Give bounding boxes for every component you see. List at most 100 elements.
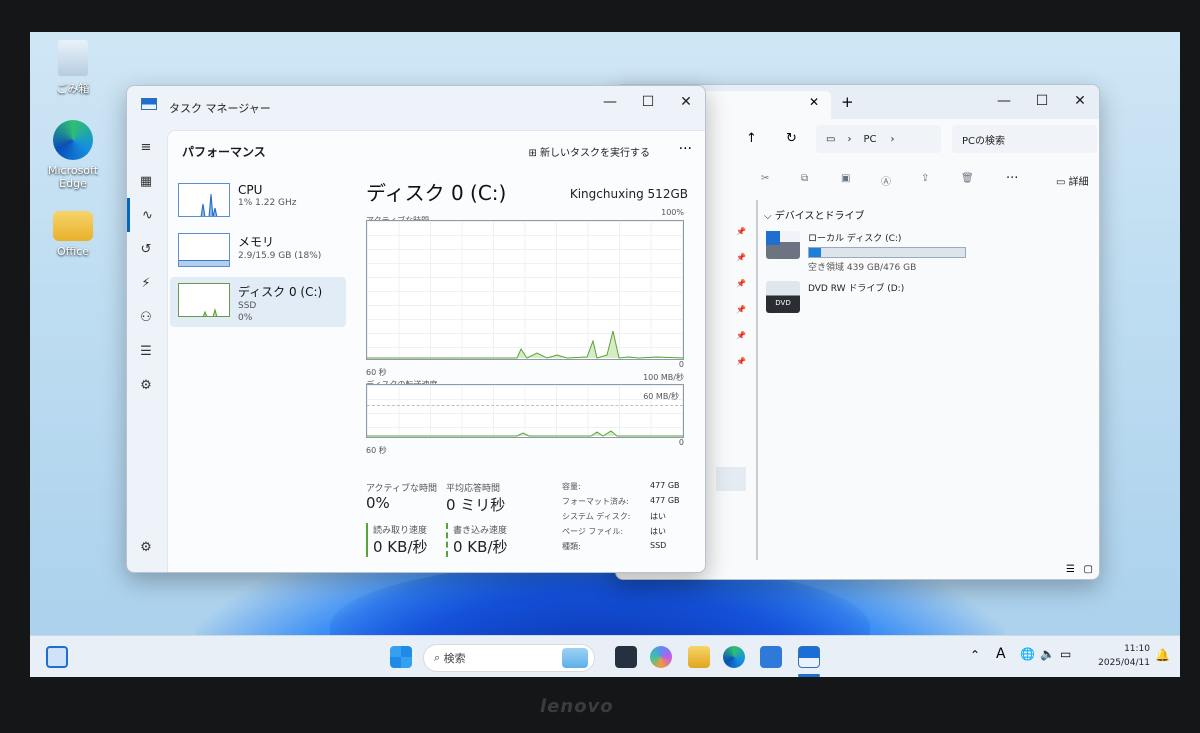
more-options-icon[interactable]: ··· xyxy=(679,141,692,157)
large-icons-view-icon[interactable]: ▢ xyxy=(1084,564,1093,575)
startup-apps-icon[interactable]: ⚡ xyxy=(127,266,165,300)
app-history-icon[interactable]: ↺ xyxy=(127,232,165,266)
memory-mini-fill xyxy=(179,260,229,266)
device-detail: SSD xyxy=(238,301,257,311)
device-cpu[interactable]: CPU 1% 1.22 GHz xyxy=(170,177,346,227)
run-new-task-button[interactable]: ⊞ 新しいタスクを実行する xyxy=(528,144,650,159)
up-arrow-icon[interactable]: ↑ xyxy=(746,131,757,146)
delete-icon[interactable]: 🗑 xyxy=(961,173,974,184)
start-button-windows-icon[interactable] xyxy=(390,646,412,668)
close-tab-icon[interactable]: ✕ xyxy=(809,95,819,109)
windows-drive-icon xyxy=(766,231,800,259)
widgets-icon[interactable] xyxy=(46,646,68,668)
close-button[interactable]: ✕ xyxy=(667,86,705,118)
pin-icon: 📌 xyxy=(736,279,746,288)
desktop-icon-edge[interactable]: Microsoft Edge xyxy=(33,120,113,190)
prop-value: 477 GB xyxy=(650,481,680,490)
taskbar-search-box[interactable]: ⌕ 検索 xyxy=(423,644,595,672)
task-manager-app-icon xyxy=(141,98,157,110)
search-input[interactable]: PCの検索 xyxy=(952,125,1097,153)
clock-date: 2025/04/11 xyxy=(1098,658,1150,668)
drive-c-usage-fill xyxy=(809,248,822,257)
edge-icon xyxy=(53,120,93,160)
task-view-icon[interactable] xyxy=(615,646,637,668)
microsoft-store-icon[interactable] xyxy=(760,646,782,668)
active-time-max: 100% xyxy=(661,208,684,217)
nav-pane-selected-item[interactable] xyxy=(716,467,746,491)
devices-section-label: デバイスとドライブ xyxy=(774,211,865,222)
new-tab-icon[interactable]: + xyxy=(841,93,854,111)
notification-bell-icon[interactable]: 🔔 xyxy=(1155,648,1170,662)
device-memory[interactable]: メモリ 2.9/15.9 GB (18%) xyxy=(170,227,346,277)
disk-model: Kingchuxing 512GB xyxy=(569,187,688,201)
search-label: 検索 xyxy=(443,652,466,665)
clock[interactable]: 11:10 2025/04/11 xyxy=(1098,642,1150,670)
edge-icon[interactable] xyxy=(723,646,745,668)
prop-key: 容量: xyxy=(562,482,581,491)
device-disk-0[interactable]: ディスク 0 (C:) SSD 0% xyxy=(170,277,346,327)
details-icon[interactable]: ☰ xyxy=(127,334,165,368)
chevron-right-icon: › xyxy=(847,133,852,145)
nav-rail: ≡ ▦ ∿ ↺ ⚡ ⚇ ☰ ⚙ ⚙ xyxy=(127,130,165,572)
task-manager-window: タスク マネージャー — ☐ ✕ ≡ ▦ ∿ ↺ ⚡ ⚇ ☰ ⚙ ⚙ パフォーマ… xyxy=(126,85,706,573)
copilot-icon[interactable] xyxy=(650,646,672,668)
device-detail: 1% 1.22 GHz xyxy=(238,198,297,208)
hamburger-icon[interactable]: ≡ xyxy=(127,130,165,164)
drive-d[interactable]: DVD DVD RW ドライブ (D:) xyxy=(766,281,904,313)
drive-c[interactable]: ローカル ディスク (C:) 空き領域 439 GB/476 GB xyxy=(766,231,966,273)
prop-key: フォーマット済み: xyxy=(562,497,629,506)
stat-read: 読み取り速度 0 KB/秒 xyxy=(366,523,428,557)
address-bar[interactable]: ▭ › PC › xyxy=(816,125,941,153)
nav-pane-scrollbar[interactable] xyxy=(756,200,758,560)
network-icon[interactable]: 🌐 xyxy=(1020,647,1035,661)
minimize-button[interactable]: — xyxy=(591,86,629,118)
stat-label: 平均応答時間 xyxy=(446,484,501,494)
cut-icon[interactable]: ✂ xyxy=(761,173,769,184)
transfer-rate-graph: 60 MB/秒 xyxy=(366,384,684,438)
volume-icon[interactable]: 🔈 xyxy=(1040,647,1055,661)
services-icon[interactable]: ⚙ xyxy=(127,368,165,402)
desktop-icon-label: ごみ箱 xyxy=(56,82,90,95)
maximize-button[interactable]: ☐ xyxy=(1023,85,1061,117)
maximize-button[interactable]: ☐ xyxy=(629,86,667,118)
copy-icon[interactable]: ⧉ xyxy=(801,173,808,184)
details-button[interactable]: ▭ 詳細 xyxy=(1056,173,1089,188)
graph-zero: 0 xyxy=(678,360,684,369)
cpu-mini-graph xyxy=(200,193,218,216)
details-view-icon[interactable]: ☰ xyxy=(1066,564,1075,575)
refresh-icon[interactable]: ↻ xyxy=(786,131,797,146)
transfer-series xyxy=(367,430,683,437)
close-button[interactable]: ✕ xyxy=(1061,85,1099,117)
processes-icon[interactable]: ▦ xyxy=(127,164,165,198)
more-icon[interactable]: ··· xyxy=(1006,171,1018,186)
chevron-up-icon[interactable]: ⌃ xyxy=(970,648,980,662)
task-manager-taskbar-icon[interactable] xyxy=(798,646,820,668)
drive-c-free-space: 空き領域 439 GB/476 GB xyxy=(808,263,917,273)
transfer-max: 100 MB/秒 xyxy=(643,373,684,382)
desktop-icon-office[interactable]: Office xyxy=(33,205,113,258)
rename-icon[interactable]: Ⓐ xyxy=(881,173,891,188)
performance-icon[interactable]: ∿ xyxy=(127,198,165,232)
settings-gear-icon[interactable]: ⚙ xyxy=(127,530,165,564)
devices-section-header[interactable]: ⌵ デバイスとドライブ xyxy=(764,207,864,222)
device-name: メモリ xyxy=(238,235,275,249)
pin-icon: 📌 xyxy=(736,331,746,340)
graph-time-axis: 60 秒 xyxy=(366,446,387,455)
share-icon[interactable]: ⇪ xyxy=(921,173,929,184)
recycle-bin-icon xyxy=(58,40,88,76)
window-title: タスク マネージャー xyxy=(169,102,271,115)
desktop-icon-recycle-bin[interactable]: ごみ箱 xyxy=(33,40,113,96)
details-label: 詳細 xyxy=(1068,177,1089,188)
search-placeholder: PCの検索 xyxy=(962,135,1006,147)
device-name: CPU xyxy=(238,183,263,197)
users-icon[interactable]: ⚇ xyxy=(127,300,165,334)
stat-response: 平均応答時間 0 ミリ秒 xyxy=(446,481,505,515)
disk-properties: 容量: 477 GB フォーマット済み: 477 GB システム ディスク: はい ペ… xyxy=(562,481,692,556)
prop-key: ページ ファイル: xyxy=(562,527,624,536)
paste-icon[interactable]: ▣ xyxy=(841,173,850,184)
minimize-button[interactable]: — xyxy=(985,85,1023,117)
file-explorer-icon[interactable] xyxy=(688,646,710,668)
ime-indicator[interactable]: A xyxy=(996,646,1006,662)
battery-icon[interactable]: ▭ xyxy=(1060,647,1071,661)
disk-mini-graph xyxy=(202,308,218,316)
